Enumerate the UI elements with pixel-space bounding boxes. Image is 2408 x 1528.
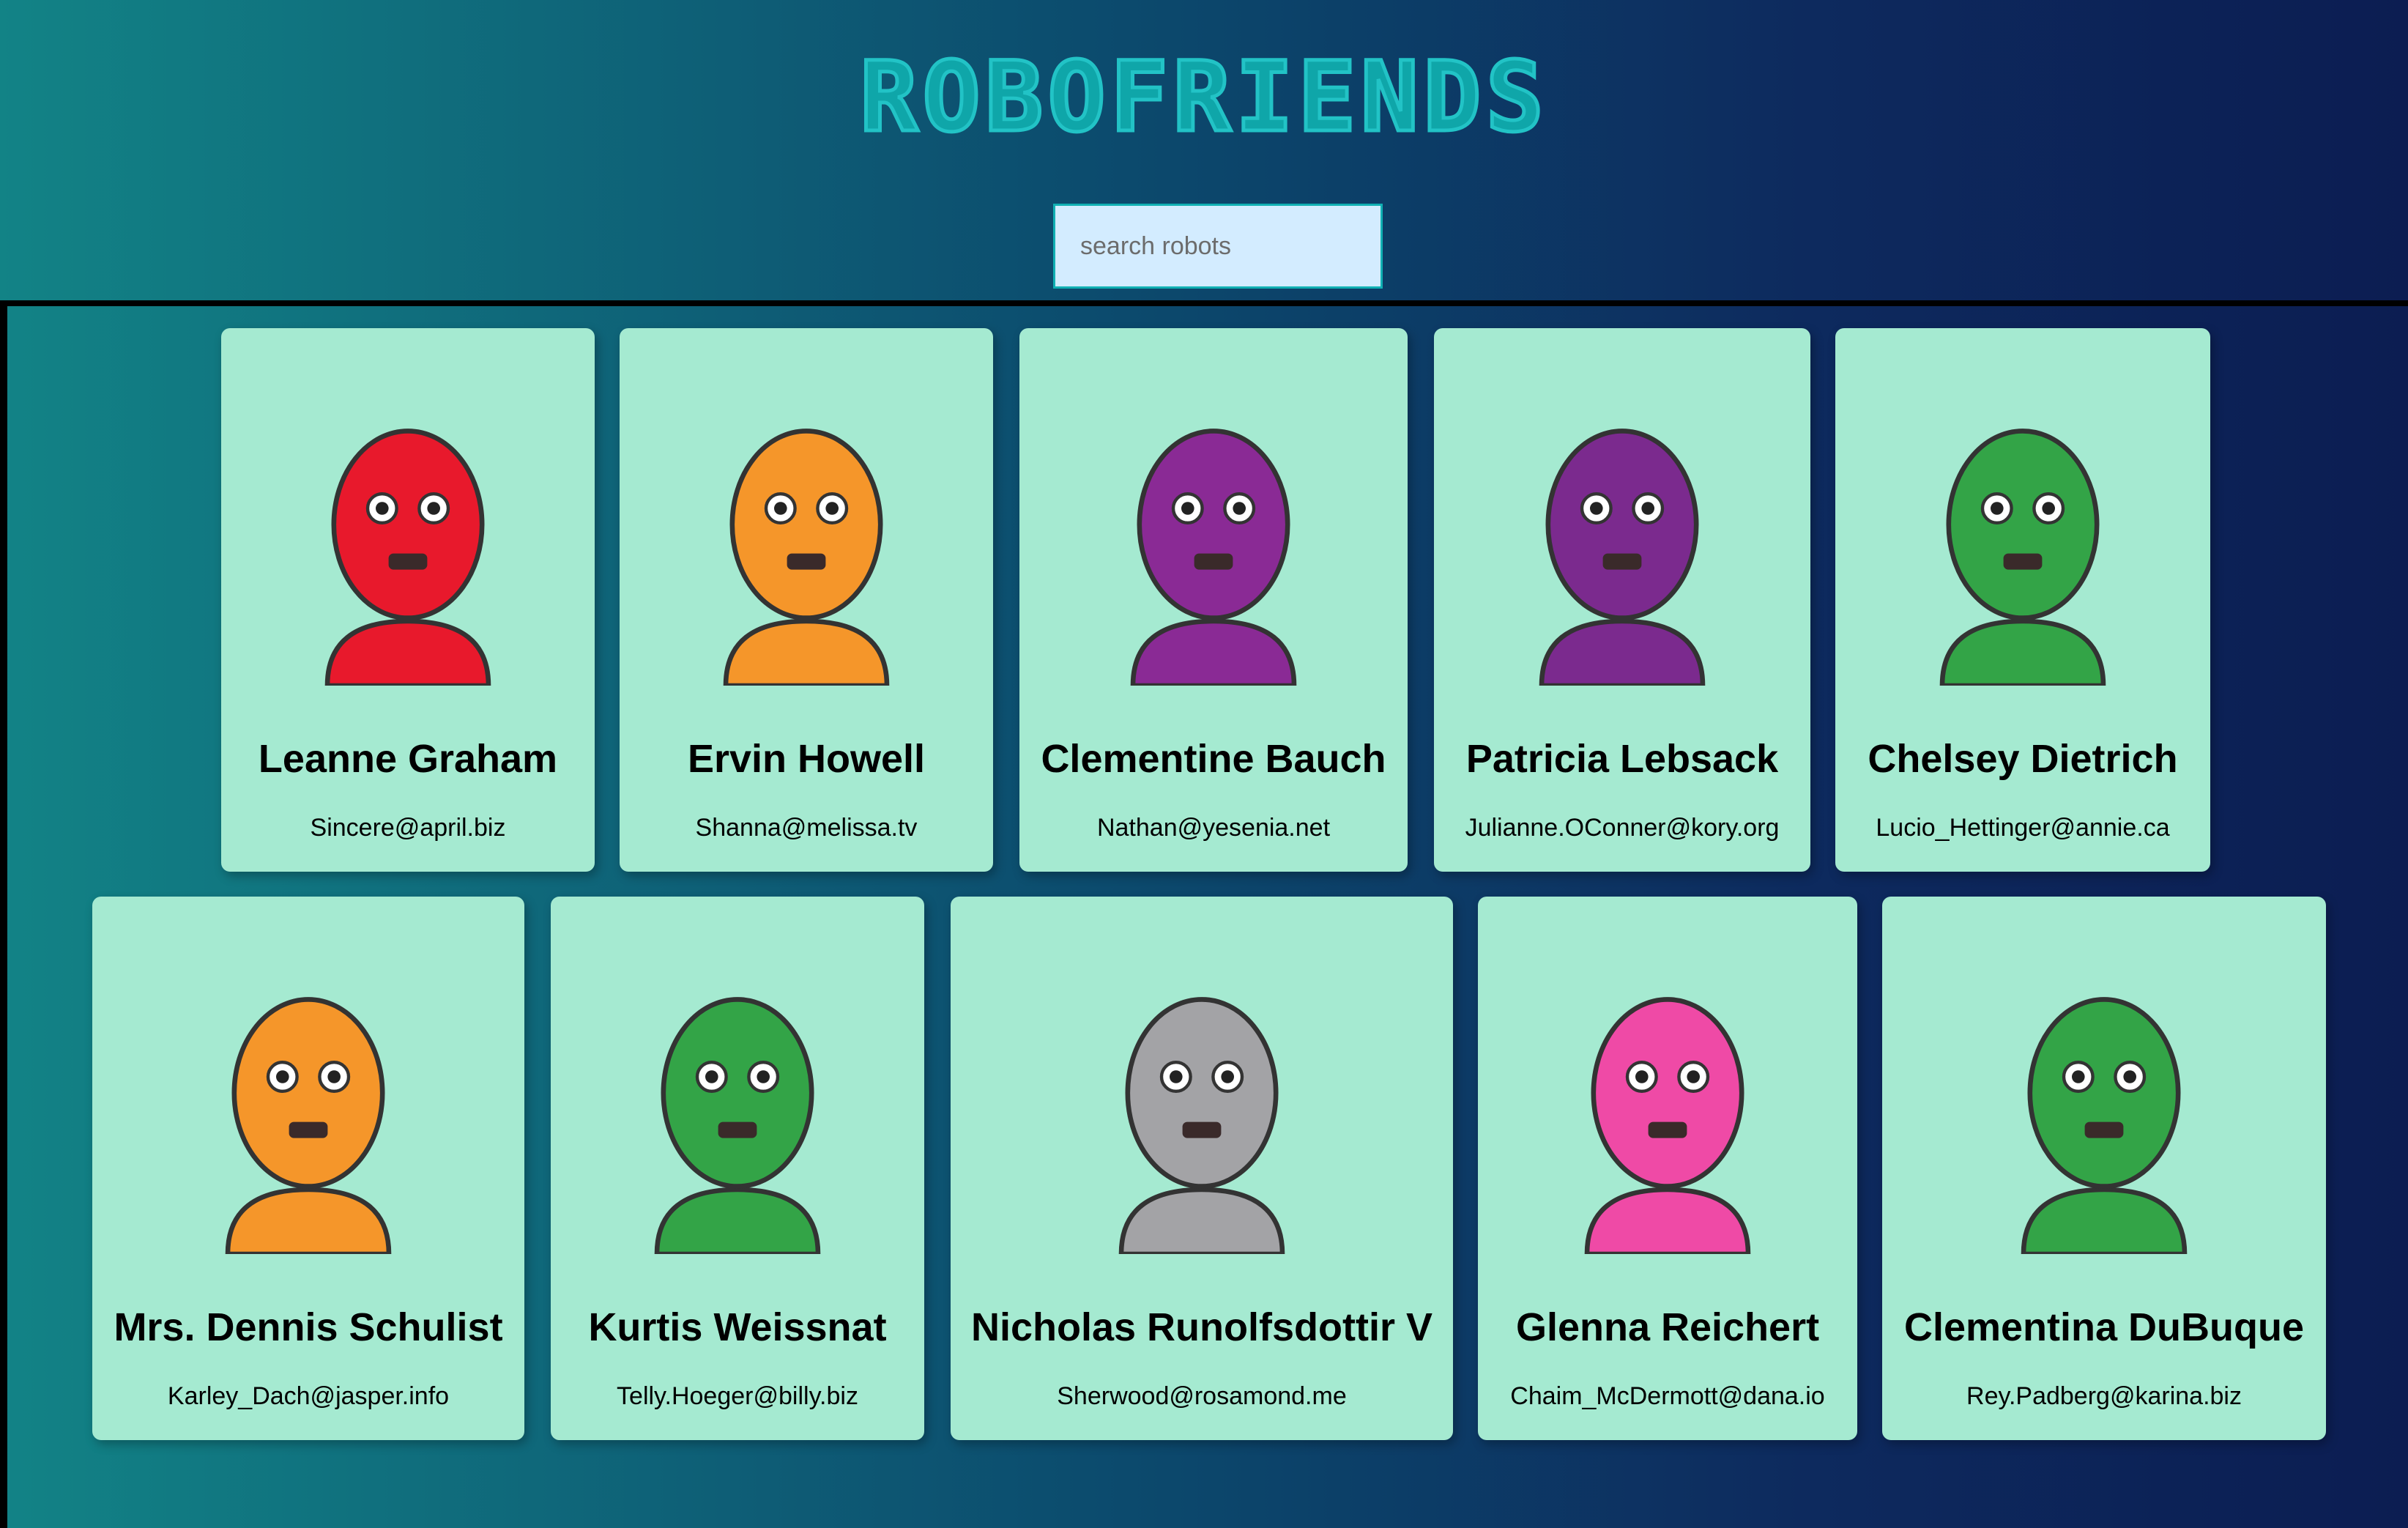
robot-card[interactable]: Chelsey Dietrich Lucio_Hettinger@annie.c… — [1835, 328, 2210, 872]
robot-card[interactable]: Patricia Lebsack Julianne.OConner@kory.o… — [1434, 328, 1810, 872]
robot-name: Kurtis Weissnat — [588, 1305, 887, 1349]
robot-name: Patricia Lebsack — [1465, 737, 1779, 781]
robot-name: Chelsey Dietrich — [1868, 737, 2178, 781]
robot-avatar-icon — [1584, 997, 1751, 1254]
robot-email: Telly.Hoeger@billy.biz — [617, 1382, 858, 1410]
robot-card[interactable]: Nicholas Runolfsdottir V Sherwood@rosamo… — [951, 897, 1453, 1440]
robot-avatar-icon — [1539, 429, 1706, 686]
robot-card[interactable]: Kurtis Weissnat Telly.Hoeger@billy.biz — [551, 897, 924, 1440]
robot-name: Nicholas Runolfsdottir V — [970, 1305, 1433, 1349]
robot-email: Chaim_McDermott@dana.io — [1510, 1382, 1825, 1410]
robot-avatar-icon — [225, 997, 392, 1254]
robot-email: Julianne.OConner@kory.org — [1465, 814, 1780, 842]
header: ROBOFRIENDS — [0, 41, 2408, 155]
robot-avatar-icon — [324, 429, 491, 686]
robot-card[interactable]: Clementine Bauch Nathan@yesenia.net — [1019, 328, 1408, 872]
robot-email: Sherwood@rosamond.me — [1057, 1382, 1347, 1410]
robot-avatar-icon — [1118, 997, 1285, 1254]
search-input[interactable] — [1053, 204, 1383, 289]
robot-card[interactable]: Mrs. Dennis Schulist Karley_Dach@jasper.… — [92, 897, 524, 1440]
robot-avatar-icon — [723, 429, 890, 686]
robot-name: Glenna Reichert — [1515, 1305, 1820, 1349]
robot-email: Karley_Dach@jasper.info — [167, 1382, 450, 1410]
robot-name: Clementina DuBuque — [1903, 1305, 2305, 1349]
robot-name: Leanne Graham — [258, 737, 558, 781]
robot-name: Ervin Howell — [687, 737, 926, 781]
robot-avatar-icon — [1939, 429, 2106, 686]
robot-name: Clementine Bauch — [1041, 737, 1386, 781]
robot-card[interactable]: Glenna Reichert Chaim_McDermott@dana.io — [1478, 897, 1857, 1440]
robot-avatar-icon — [2021, 997, 2188, 1254]
robot-email: Lucio_Hettinger@annie.ca — [1876, 814, 2170, 842]
robot-email: Nathan@yesenia.net — [1096, 814, 1331, 842]
robot-name: Mrs. Dennis Schulist — [114, 1305, 503, 1349]
robot-avatar-icon — [654, 997, 821, 1254]
app-title: ROBOFRIENDS — [858, 41, 1549, 155]
robot-email: Shanna@melissa.tv — [695, 814, 918, 842]
robot-email: Sincere@april.biz — [310, 814, 506, 842]
robot-card[interactable]: Leanne Graham Sincere@april.biz — [221, 328, 595, 872]
card-list-scroll-area[interactable]: Leanne Graham Sincere@april.biz Ervin Ho… — [0, 300, 2408, 1528]
robot-email: Rey.Padberg@karina.biz — [1966, 1382, 2242, 1410]
robot-card[interactable]: Ervin Howell Shanna@melissa.tv — [620, 328, 993, 872]
robot-avatar-icon — [1130, 429, 1297, 686]
robot-card[interactable]: Clementina DuBuque Rey.Padberg@karina.bi… — [1882, 897, 2326, 1440]
